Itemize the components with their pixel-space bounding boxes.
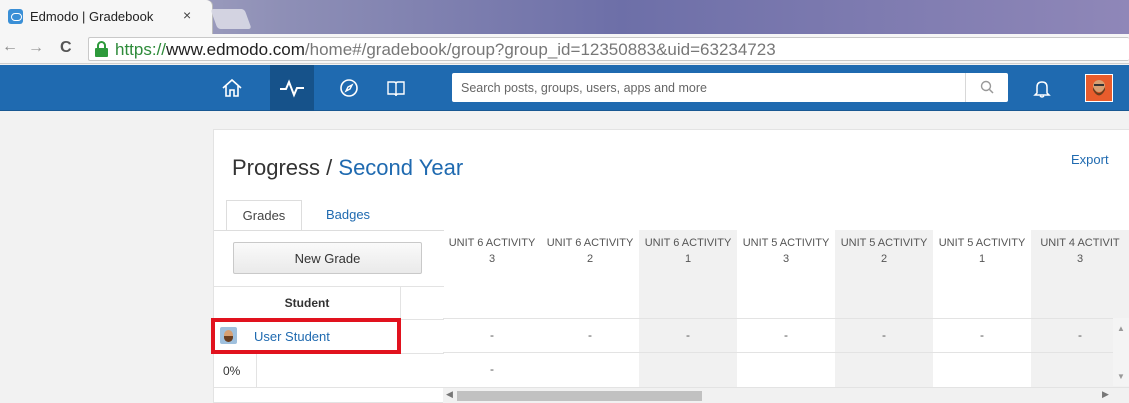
back-icon[interactable]: ← bbox=[2, 38, 18, 56]
grade-column: UNIT 5 ACTIVITY 1 - bbox=[933, 230, 1031, 403]
grade-cell[interactable]: - bbox=[639, 319, 737, 352]
library-icon[interactable] bbox=[383, 75, 409, 101]
browser-tab[interactable]: Edmodo | Gradebook × bbox=[0, 0, 212, 34]
grade-column-number: 3 bbox=[782, 253, 790, 265]
address-bar[interactable]: https://www.edmodo.com/home#/gradebook/g… bbox=[88, 37, 1129, 61]
grade-column: UNIT 5 ACTIVITY 2 - bbox=[835, 230, 933, 403]
red-highlight-box bbox=[211, 318, 401, 354]
tab-badges[interactable]: Badges bbox=[318, 200, 378, 231]
tab-title: Edmodo | Gradebook bbox=[30, 9, 154, 24]
grade-column-number: 3 bbox=[1076, 253, 1084, 265]
grade-summary-cell: - bbox=[490, 362, 494, 376]
group-name-link[interactable]: Second Year bbox=[338, 155, 463, 180]
grade-column: UNIT 6 ACTIVITY 2 - bbox=[541, 230, 639, 403]
grade-column: UNIT 6 ACTIVITY 3 - - bbox=[443, 230, 541, 403]
user-avatar[interactable] bbox=[1085, 74, 1113, 102]
lock-icon bbox=[95, 41, 108, 57]
top-navigation bbox=[0, 65, 1129, 111]
grade-column-title[interactable]: UNIT 5 ACTIVITY bbox=[737, 236, 835, 251]
grade-column-number: 2 bbox=[586, 253, 594, 265]
scroll-up-icon[interactable]: ▲ bbox=[1117, 324, 1125, 333]
search-icon bbox=[980, 80, 994, 94]
home-icon[interactable] bbox=[219, 75, 245, 101]
grade-column-number: 1 bbox=[978, 253, 986, 265]
grade-column: UNIT 5 ACTIVITY 3 - bbox=[737, 230, 835, 403]
reload-icon[interactable]: C bbox=[60, 39, 72, 57]
grade-cell[interactable]: - bbox=[541, 319, 639, 352]
grade-cell[interactable]: - bbox=[835, 319, 933, 352]
search-button[interactable] bbox=[965, 73, 1008, 102]
student-header-spacer bbox=[401, 286, 444, 319]
grade-column-number: 3 bbox=[488, 253, 496, 265]
grade-column-title[interactable]: UNIT 6 ACTIVITY bbox=[639, 236, 737, 251]
scroll-left-icon[interactable]: ◀ bbox=[446, 389, 453, 400]
forward-icon[interactable]: → bbox=[28, 39, 44, 57]
edmodo-favicon-icon bbox=[8, 9, 23, 24]
student-column-header: Student bbox=[214, 286, 401, 319]
export-link[interactable]: Export bbox=[1071, 152, 1109, 167]
browser-toolbar: ← → C https://www.edmodo.com/home#/grade… bbox=[0, 34, 1129, 64]
vertical-scrollbar[interactable]: ▲ ▼ bbox=[1113, 318, 1129, 386]
new-tab-button[interactable] bbox=[210, 9, 252, 29]
browser-tab-strip: Edmodo | Gradebook × bbox=[0, 0, 1129, 34]
student-percent: 0% bbox=[214, 354, 257, 387]
row-divider bbox=[214, 387, 444, 388]
url-text: https://www.edmodo.com/home#/gradebook/g… bbox=[115, 40, 776, 59]
tab-divider bbox=[214, 230, 444, 231]
grade-column-title[interactable]: UNIT 5 ACTIVITY bbox=[933, 236, 1031, 251]
grade-cell[interactable]: - bbox=[933, 319, 1031, 352]
grade-column-title[interactable]: UNIT 6 ACTIVITY bbox=[541, 236, 639, 251]
grade-cell[interactable]: - bbox=[443, 319, 541, 352]
scroll-right-icon[interactable]: ▶ bbox=[1102, 389, 1109, 400]
page-title: Progress / Second Year bbox=[232, 155, 464, 180]
grade-column-title[interactable]: UNIT 6 ACTIVITY bbox=[443, 236, 541, 251]
scroll-down-icon[interactable]: ▼ bbox=[1117, 372, 1125, 381]
search-input[interactable] bbox=[452, 73, 962, 102]
search-box bbox=[452, 73, 1008, 102]
bell-icon[interactable] bbox=[1029, 75, 1055, 101]
grade-column-number: 2 bbox=[880, 253, 888, 265]
horizontal-scroll-thumb[interactable] bbox=[457, 391, 702, 401]
grade-column-title[interactable]: UNIT 4 ACTIVIT bbox=[1031, 236, 1129, 251]
grid-row-divider bbox=[443, 318, 1129, 319]
grade-column: UNIT 6 ACTIVITY 1 - bbox=[639, 230, 737, 403]
grade-column-title[interactable]: UNIT 5 ACTIVITY bbox=[835, 236, 933, 251]
horizontal-scrollbar[interactable]: ◀ ▶ bbox=[443, 387, 1129, 403]
grade-column-number: 1 bbox=[684, 253, 692, 265]
new-grade-button[interactable]: New Grade bbox=[233, 242, 422, 274]
grade-cell[interactable]: - bbox=[737, 319, 835, 352]
tab-close-icon[interactable]: × bbox=[183, 7, 191, 23]
tab-grades[interactable]: Grades bbox=[226, 200, 302, 231]
activity-icon[interactable] bbox=[270, 65, 314, 111]
grade-grid: UNIT 6 ACTIVITY 3- - UNIT 6 ACTIVITY 2- UNIT … bbox=[443, 230, 1129, 403]
grid-row-divider bbox=[443, 352, 1129, 353]
discover-icon[interactable] bbox=[336, 75, 362, 101]
